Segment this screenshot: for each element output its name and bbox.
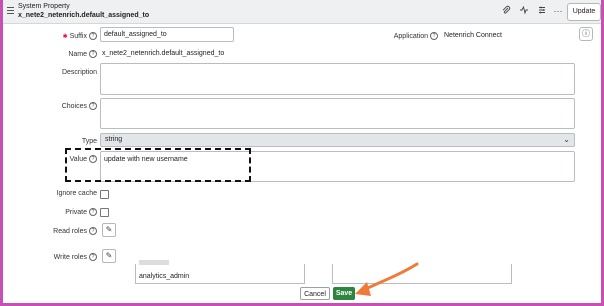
edit-write-roles-icon[interactable]: ✎ <box>102 249 116 263</box>
roles-list-left[interactable]: analytics_admin <box>135 260 305 284</box>
scrolled-list-item <box>139 260 169 265</box>
type-select[interactable]: string ⌄ <box>100 133 575 147</box>
help-icon[interactable]: ? <box>89 102 97 111</box>
list-item[interactable]: analytics_admin <box>139 273 189 280</box>
required-marker-icon: ✱ <box>62 34 68 40</box>
choices-label-text: Choices <box>61 103 87 110</box>
suffix-label: ✱ Suffix? <box>23 32 97 42</box>
description-field[interactable] <box>100 63 575 95</box>
activity-icon[interactable] <box>518 5 530 17</box>
type-value: string <box>105 136 123 143</box>
ignore-cache-label: Ignore cache <box>56 190 97 197</box>
application-label-text: Application <box>393 33 428 40</box>
chevron-down-icon: ⌄ <box>563 135 570 144</box>
description-label: Description <box>61 69 97 76</box>
choices-field[interactable] <box>100 98 575 129</box>
name-label-text: Name <box>68 51 87 58</box>
suffix-value: default_assigned_to <box>104 31 167 38</box>
help-icon[interactable]: ? <box>89 208 97 217</box>
annotation-arrow-icon <box>355 262 419 296</box>
read-roles-label-text: Read roles <box>53 228 87 235</box>
form-header: System Property x_nete2_netenrich.defaul… <box>3 0 601 24</box>
ignore-cache-checkbox[interactable] <box>100 190 109 199</box>
help-icon[interactable]: ? <box>89 32 97 41</box>
name-label: Name? <box>23 50 97 59</box>
private-label-text: Private <box>65 209 87 216</box>
help-icon[interactable]: ? <box>89 227 97 236</box>
paperclip-icon[interactable] <box>500 5 512 17</box>
suffix-label-text: Suffix <box>69 33 87 40</box>
highlight-box <box>65 148 251 182</box>
help-icon[interactable]: ? <box>89 253 97 262</box>
application-label: Application? <box>378 32 438 41</box>
sliders-icon[interactable] <box>536 5 548 17</box>
cancel-button[interactable]: Cancel <box>300 287 330 300</box>
application-value: Netenrich Connect <box>444 32 502 39</box>
more-icon[interactable]: ··· <box>552 5 564 17</box>
record-name: x_nete2_netenrich.default_assigned_to <box>18 12 150 19</box>
private-checkbox[interactable] <box>100 208 109 217</box>
edit-read-roles-icon[interactable]: ✎ <box>102 223 116 237</box>
form-frame: System Property x_nete2_netenrich.defaul… <box>3 0 601 303</box>
write-roles-label-text: Write roles <box>53 254 87 261</box>
suffix-field[interactable]: default_assigned_to <box>100 27 234 42</box>
name-value: x_nete2_netenrich.default_assigned_to <box>102 50 225 57</box>
info-icon[interactable]: ⓘ <box>579 27 593 41</box>
help-icon[interactable]: ? <box>89 50 97 59</box>
choices-label: Choices? <box>23 102 97 111</box>
help-icon[interactable]: ? <box>430 32 438 41</box>
write-roles-label: Write roles? <box>23 253 97 262</box>
form-title: System Property <box>18 3 70 10</box>
context-menu-icon[interactable] <box>7 7 14 14</box>
read-roles-label: Read roles? <box>23 227 97 236</box>
update-button[interactable]: Update <box>567 3 601 21</box>
private-label: Private? <box>23 208 97 217</box>
type-label: Type <box>81 138 97 145</box>
